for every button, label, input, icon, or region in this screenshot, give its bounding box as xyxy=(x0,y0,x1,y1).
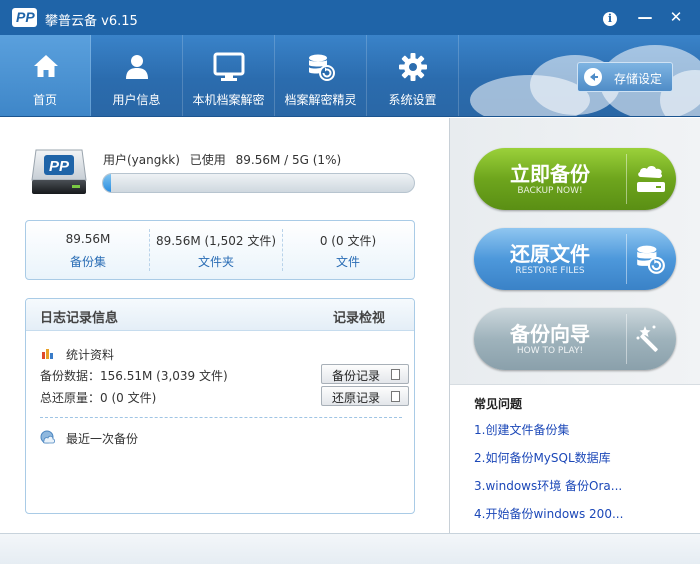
user-icon xyxy=(126,55,148,79)
storage-progress-fill xyxy=(103,174,111,192)
stat-backup-set[interactable]: 89.56M 备份集 xyxy=(26,221,150,279)
backup-now-label: 立即备份 xyxy=(510,162,590,186)
faq-link-2[interactable]: 2.如何备份MySQL数据库 xyxy=(474,449,611,466)
gear-icon xyxy=(399,53,427,81)
storage-settings-label: 存储设定 xyxy=(614,72,663,86)
main-nav: 首页 用户信息 本机档案解密 档案解密精灵 系统设置 存储设定 xyxy=(0,35,700,117)
faq-link-3[interactable]: 3.windows环境 备份Ora... xyxy=(474,477,622,494)
backup-data-text: 备份数据：156.51M (3,039 文件) xyxy=(40,369,228,383)
info-icon: i xyxy=(603,12,617,26)
log-panel-header: 日志记录信息 记录检视 xyxy=(26,299,414,331)
backup-wizard-sublabel: HOW TO PLAY! xyxy=(516,346,584,356)
backup-wizard-label: 备份向导 xyxy=(510,322,590,346)
stat-backup-set-label[interactable]: 备份集 xyxy=(26,253,150,270)
nav-decrypt-wizard[interactable]: 档案解密精灵 xyxy=(275,35,367,116)
minimize-button[interactable]: — xyxy=(634,6,656,28)
user-name: 用户(yangkk) xyxy=(103,153,180,167)
stat-folder-label[interactable]: 文件夹 xyxy=(150,253,282,270)
faq-link-4[interactable]: 4.开始备份windows 200... xyxy=(474,505,623,522)
app-title: 攀普云备 v6.15 xyxy=(45,14,138,29)
restore-record-label: 还原记录 xyxy=(332,391,381,405)
backup-record-label: 备份记录 xyxy=(332,369,381,383)
storage-settings-button[interactable]: 存储设定 xyxy=(577,62,673,92)
restore-total-text: 总还原量：0 (0 文件) xyxy=(40,391,157,405)
faq-link-1[interactable]: 1.创建文件备份集 xyxy=(474,421,569,438)
restore-files-sublabel: RESTORE FILES xyxy=(515,266,585,276)
main-content: PP 用户(yangkk) 已使用 89.56M / 5G (1%) 89.56… xyxy=(0,118,449,533)
cloud-upload-icon xyxy=(637,166,665,192)
database-restore-icon xyxy=(309,54,335,81)
stat-file-label[interactable]: 文件 xyxy=(282,253,414,270)
nav-local-decrypt[interactable]: 本机档案解密 xyxy=(183,35,275,116)
storage-progress-bar xyxy=(102,173,415,193)
stat-file-value: 0 (0 文件) xyxy=(319,234,377,248)
faq-title: 常见问题 xyxy=(474,397,523,411)
faq-panel: 常见问题 1.创建文件备份集 2.如何备份MySQL数据库 3.windows环… xyxy=(450,384,700,533)
log-panel: 日志记录信息 记录检视 统计资料 备份数据：156.51M (3,039 文件)… xyxy=(25,298,415,514)
close-button[interactable]: ✕ xyxy=(665,6,687,28)
database-restore-icon xyxy=(637,245,665,274)
nav-home[interactable]: 首页 xyxy=(0,35,91,116)
home-icon xyxy=(34,55,58,77)
nav-local-decrypt-label: 本机档案解密 xyxy=(192,93,265,107)
document-icon xyxy=(391,369,400,380)
usage-text: 89.56M / 5G (1%) xyxy=(235,153,342,167)
log-panel-title: 日志记录信息 xyxy=(40,311,119,326)
backup-wizard-button[interactable]: 备份向导 HOW TO PLAY! xyxy=(474,308,676,370)
nav-user-info-label: 用户信息 xyxy=(112,93,161,107)
account-usage-line: 用户(yangkk) 已使用 89.56M / 5G (1%) xyxy=(103,151,347,168)
info-button[interactable]: i xyxy=(599,6,621,28)
svg-text:PP: PP xyxy=(49,158,70,175)
nav-system-settings[interactable]: 系统设置 xyxy=(367,35,459,116)
used-label: 已使用 xyxy=(189,153,226,167)
stat-file[interactable]: 0 (0 文件) 文件 xyxy=(282,221,414,279)
bar-chart-icon xyxy=(41,346,55,360)
title-bar: PP 攀普云备 v6.15 i — ✕ xyxy=(0,0,700,35)
nav-system-settings-label: 系统设置 xyxy=(388,93,437,107)
storage-arrow-icon xyxy=(584,68,602,86)
stats-heading: 统计资料 xyxy=(66,348,115,362)
backup-stats-panel: 89.56M 备份集 89.56M (1,502 文件) 文件夹 0 (0 文件… xyxy=(25,220,415,280)
backup-now-sublabel: BACKUP NOW! xyxy=(517,186,583,196)
hard-drive-icon: PP xyxy=(31,149,87,194)
stat-backup-set-value: 89.56M xyxy=(65,232,111,246)
nav-user-info[interactable]: 用户信息 xyxy=(91,35,183,116)
status-bar xyxy=(0,533,700,564)
log-divider xyxy=(40,417,402,418)
nav-home-label: 首页 xyxy=(32,93,57,107)
monitor-icon xyxy=(213,52,245,81)
log-view-link[interactable]: 记录检视 xyxy=(333,307,385,326)
action-panel: 立即备份 BACKUP NOW! 还原文件 RESTORE FILES 备份向导… xyxy=(449,118,700,533)
stat-folder-value: 89.56M (1,502 文件) xyxy=(155,234,277,248)
restore-files-label: 还原文件 xyxy=(510,242,590,266)
magic-wand-icon xyxy=(636,325,658,352)
last-backup-text: 最近一次备份 xyxy=(66,432,139,446)
backup-now-button[interactable]: 立即备份 BACKUP NOW! xyxy=(474,148,676,210)
backup-record-button[interactable]: 备份记录 xyxy=(321,364,409,384)
nav-decrypt-wizard-label: 档案解密精灵 xyxy=(284,93,357,107)
document-icon xyxy=(391,391,400,402)
stat-folder[interactable]: 89.56M (1,502 文件) 文件夹 xyxy=(150,221,282,279)
cloud-backup-icon xyxy=(40,430,55,444)
restore-record-button[interactable]: 还原记录 xyxy=(321,386,409,406)
app-logo: PP xyxy=(12,8,37,27)
restore-files-button[interactable]: 还原文件 RESTORE FILES xyxy=(474,228,676,290)
